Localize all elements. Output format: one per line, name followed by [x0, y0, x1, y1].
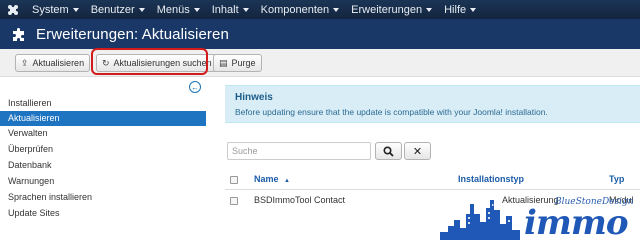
watermark: BlueStoneDesign immo [440, 186, 640, 243]
search-input[interactable]: Suche [227, 142, 371, 160]
purge-button-label: Purge [231, 58, 256, 68]
update-button[interactable]: ⇪ Aktualisieren [15, 54, 91, 72]
menu-label: Komponenten [260, 3, 330, 16]
column-name-label: Name [254, 174, 279, 184]
caret-down-icon [470, 7, 477, 12]
top-navbar: System Benutzer Menüs Inhalt Komponenten… [0, 0, 640, 19]
page-header: Erweiterungen: Aktualisieren [0, 19, 640, 49]
row-checkbox[interactable] [230, 197, 238, 205]
puzzle-icon [13, 28, 24, 41]
search-button[interactable] [375, 142, 402, 160]
caret-down-icon [333, 7, 340, 12]
caret-down-icon [193, 7, 200, 12]
sidebar-item-warnungen[interactable]: Warnungen [0, 174, 206, 189]
sidebar-item-ueberpruefen[interactable]: Überprüfen [0, 142, 206, 157]
column-name[interactable]: Name ▲ [254, 174, 290, 184]
main-menu: System Benutzer Menüs Inhalt Komponenten… [26, 0, 482, 19]
caret-down-icon [72, 7, 79, 12]
update-button-label: Aktualisieren [32, 58, 85, 68]
joomla-logo-icon[interactable] [0, 0, 26, 19]
select-all-checkbox[interactable] [230, 176, 238, 184]
menu-benutzer[interactable]: Benutzer [85, 0, 151, 19]
page-title: Erweiterungen: Aktualisieren [36, 25, 229, 43]
cell-name: BSDImmoTool Contact [254, 195, 346, 205]
clear-search-button[interactable]: ✕ [404, 142, 431, 160]
column-type[interactable]: Typ [609, 174, 624, 184]
caret-down-icon [242, 7, 249, 12]
menu-label: Menüs [156, 3, 190, 16]
collapse-sidebar-icon[interactable]: ← [189, 81, 201, 93]
sort-asc-icon: ▲ [284, 178, 290, 184]
clear-icon: ✕ [412, 145, 423, 158]
search-icon [383, 145, 394, 157]
sidebar-item-update-sites[interactable]: Update Sites [0, 206, 206, 221]
sidebar-item-sprachen-installieren[interactable]: Sprachen installieren [0, 190, 206, 205]
menu-label: Erweiterungen [351, 3, 423, 16]
sidebar-item-installieren[interactable]: Installieren [0, 96, 206, 111]
column-install-type[interactable]: Installationstyp [458, 174, 524, 184]
caret-down-icon [138, 7, 145, 12]
menu-komponenten[interactable]: Komponenten [255, 0, 346, 19]
notice-text: Before updating ensure that the update i… [235, 107, 548, 117]
watermark-word: immo [524, 203, 629, 243]
purge-button[interactable]: ▤ Purge [213, 54, 262, 72]
menu-inhalt[interactable]: Inhalt [206, 0, 255, 19]
info-notice: Hinweis Before updating ensure that the … [225, 85, 640, 123]
sidebar-item-verwalten[interactable]: Verwalten [0, 126, 206, 141]
caret-down-icon [426, 7, 433, 12]
highlight-annotation [91, 48, 208, 75]
menu-label: Hilfe [444, 3, 467, 16]
menu-hilfe[interactable]: Hilfe [438, 0, 482, 19]
menu-label: System [32, 3, 69, 16]
menu-menues[interactable]: Menüs [151, 0, 206, 19]
menu-system[interactable]: System [26, 0, 85, 19]
menu-label: Inhalt [211, 3, 239, 16]
purge-icon: ▤ [219, 57, 228, 68]
sidebar-item-datenbank[interactable]: Datenbank [0, 158, 206, 173]
menu-label: Benutzer [90, 3, 135, 16]
menu-erweiterungen[interactable]: Erweiterungen [345, 0, 438, 19]
notice-heading: Hinweis [235, 92, 273, 103]
upload-icon: ⇪ [21, 57, 29, 68]
sidebar: ← Installieren Aktualisieren Verwalten Ü… [0, 78, 206, 240]
sidebar-item-aktualisieren[interactable]: Aktualisieren [0, 111, 206, 126]
